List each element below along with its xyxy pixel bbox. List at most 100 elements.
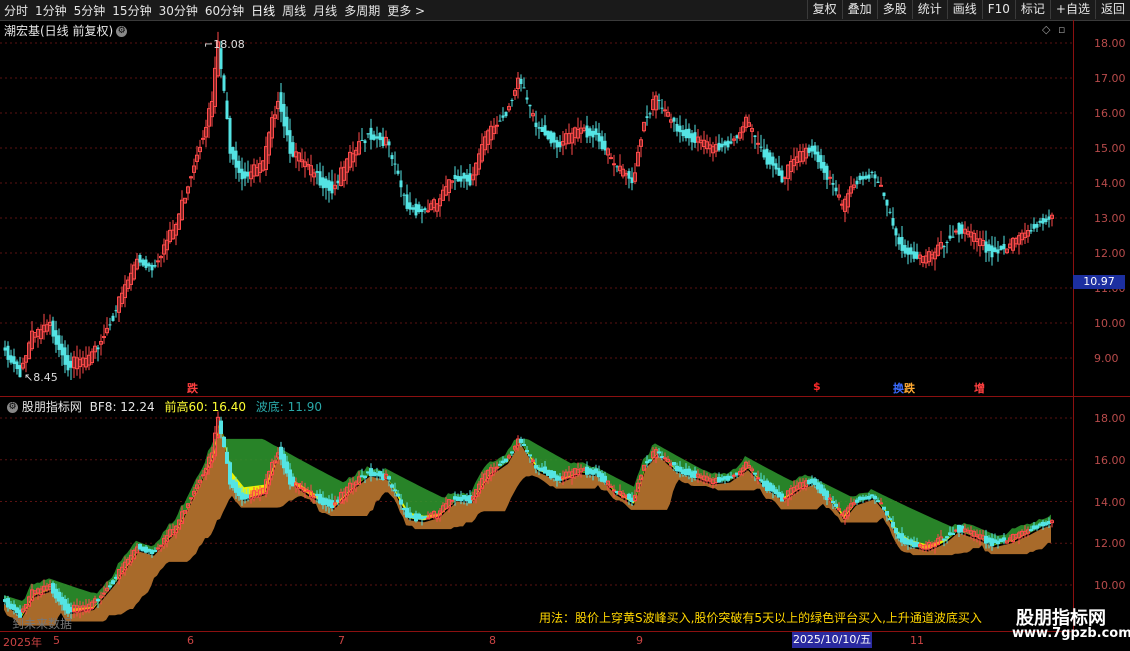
indicator-candle-body bbox=[102, 592, 106, 595]
candle-body bbox=[777, 167, 781, 176]
indicator-candle-body bbox=[873, 495, 877, 500]
candle-body bbox=[144, 259, 148, 268]
candle-body bbox=[150, 264, 154, 271]
candle-body bbox=[780, 170, 784, 183]
indicator-candle-body bbox=[648, 459, 652, 462]
candle-body bbox=[228, 118, 232, 154]
indicator-candle-body bbox=[828, 497, 832, 500]
candle-body bbox=[1038, 220, 1042, 223]
candle-body bbox=[627, 171, 631, 179]
candle-body bbox=[1032, 224, 1036, 229]
indicator-candle-body bbox=[201, 474, 205, 477]
candle-body bbox=[318, 171, 322, 186]
current-price-tag: 10.97 bbox=[1073, 275, 1125, 289]
indicator-candle-body bbox=[525, 450, 529, 453]
candle-body bbox=[111, 315, 115, 321]
indicator-candle-body bbox=[609, 485, 613, 488]
candle-body bbox=[321, 177, 325, 189]
candle-body bbox=[648, 113, 652, 115]
candle-body bbox=[951, 236, 955, 238]
candle-body bbox=[147, 263, 151, 267]
candle-body bbox=[984, 241, 988, 253]
candle-body bbox=[546, 130, 550, 140]
candle-body bbox=[555, 140, 559, 148]
candle-body bbox=[882, 192, 886, 197]
candle-body bbox=[363, 140, 367, 144]
indicator-candle-body bbox=[876, 500, 880, 503]
indicator-candle-body bbox=[831, 500, 835, 504]
candle-body bbox=[243, 171, 247, 179]
high-price-label: ⌐18.08 bbox=[204, 38, 245, 51]
candle-body bbox=[372, 134, 376, 140]
candle-body bbox=[660, 107, 664, 109]
candle-body bbox=[459, 176, 463, 182]
candle-body bbox=[414, 203, 418, 216]
indicator-candle-body bbox=[450, 499, 454, 502]
candle-body bbox=[663, 109, 667, 112]
y-tick: 14.00 bbox=[1094, 495, 1126, 509]
candle-body bbox=[774, 163, 778, 170]
candle-body bbox=[66, 355, 70, 371]
indicator-candle-body bbox=[390, 484, 394, 488]
x-axis: 2025年 5 6 7 8 9 11 bbox=[0, 631, 1073, 651]
x-tick: 2025年 bbox=[3, 636, 42, 649]
candle-body bbox=[462, 172, 466, 179]
candle-body bbox=[594, 128, 598, 135]
usage-note: 用法：股价上穿黄S波峰买入,股价突破有5天以上的绿色评台买入,上升通道波底买入 bbox=[539, 611, 982, 625]
indicator-candle-body bbox=[387, 476, 391, 480]
indicator-candle-body bbox=[882, 506, 886, 510]
candle-body bbox=[399, 180, 403, 188]
candle-body bbox=[234, 150, 238, 168]
indicator-candle-body bbox=[219, 420, 223, 434]
candle-body bbox=[102, 336, 106, 339]
candle-body bbox=[585, 125, 589, 138]
indicator-candle-body bbox=[756, 477, 760, 480]
candle-body bbox=[426, 210, 430, 213]
candle-body bbox=[756, 142, 760, 145]
candle-body bbox=[390, 155, 394, 160]
candle-body bbox=[393, 163, 397, 165]
back-button[interactable]: 返回 bbox=[1094, 0, 1130, 19]
candle-body bbox=[876, 181, 880, 183]
x-tick: 9 bbox=[636, 634, 643, 647]
kline-chart[interactable] bbox=[0, 0, 1073, 632]
candle-body bbox=[810, 145, 814, 152]
candle-body bbox=[942, 246, 946, 248]
candle-body bbox=[753, 135, 757, 138]
candle-body bbox=[678, 125, 682, 133]
candle-body bbox=[723, 141, 727, 146]
candle-body bbox=[990, 245, 994, 258]
settings-icon[interactable]: ⚙ bbox=[7, 402, 18, 413]
candle-body bbox=[588, 128, 592, 136]
high-price-value: 18.08 bbox=[213, 38, 245, 51]
indicator-candle-body bbox=[612, 489, 616, 492]
candle-body bbox=[858, 175, 862, 181]
candle-body bbox=[552, 132, 556, 143]
indicator-candle-body bbox=[393, 489, 397, 492]
candle-body bbox=[396, 170, 400, 174]
cursor-date-label: 2025/10/10/五 bbox=[792, 632, 872, 648]
candle-body bbox=[600, 136, 604, 150]
indicator-candle-body bbox=[225, 451, 229, 464]
y-tick: 10.00 bbox=[1094, 579, 1126, 592]
candle-body bbox=[996, 249, 1000, 254]
candle-body bbox=[762, 149, 766, 158]
indicator-title[interactable]: ⚙ 股朋指标网 BF8: 12.24 前高60: 16.40 波底: 11.90 bbox=[4, 398, 322, 415]
candle-body bbox=[315, 171, 319, 173]
indicator-candle-body bbox=[498, 463, 502, 466]
indicator-candle-body bbox=[363, 475, 367, 479]
candle-body bbox=[288, 130, 292, 154]
candle-body bbox=[759, 146, 763, 148]
low-price-label: ↖8.45 bbox=[24, 371, 58, 384]
indicator-candle-body bbox=[153, 549, 157, 552]
bf8-value: BF8: 12.24 bbox=[89, 400, 155, 414]
candle-body bbox=[891, 218, 895, 226]
candle-body bbox=[420, 209, 424, 213]
y-tick: 14.00 bbox=[1094, 177, 1126, 190]
candle-body bbox=[903, 245, 907, 254]
trough-value: 波底: 11.90 bbox=[255, 400, 323, 414]
candle-body bbox=[369, 127, 373, 140]
candle-body bbox=[954, 230, 958, 233]
candle-body bbox=[240, 168, 244, 180]
candle-body bbox=[690, 133, 694, 143]
